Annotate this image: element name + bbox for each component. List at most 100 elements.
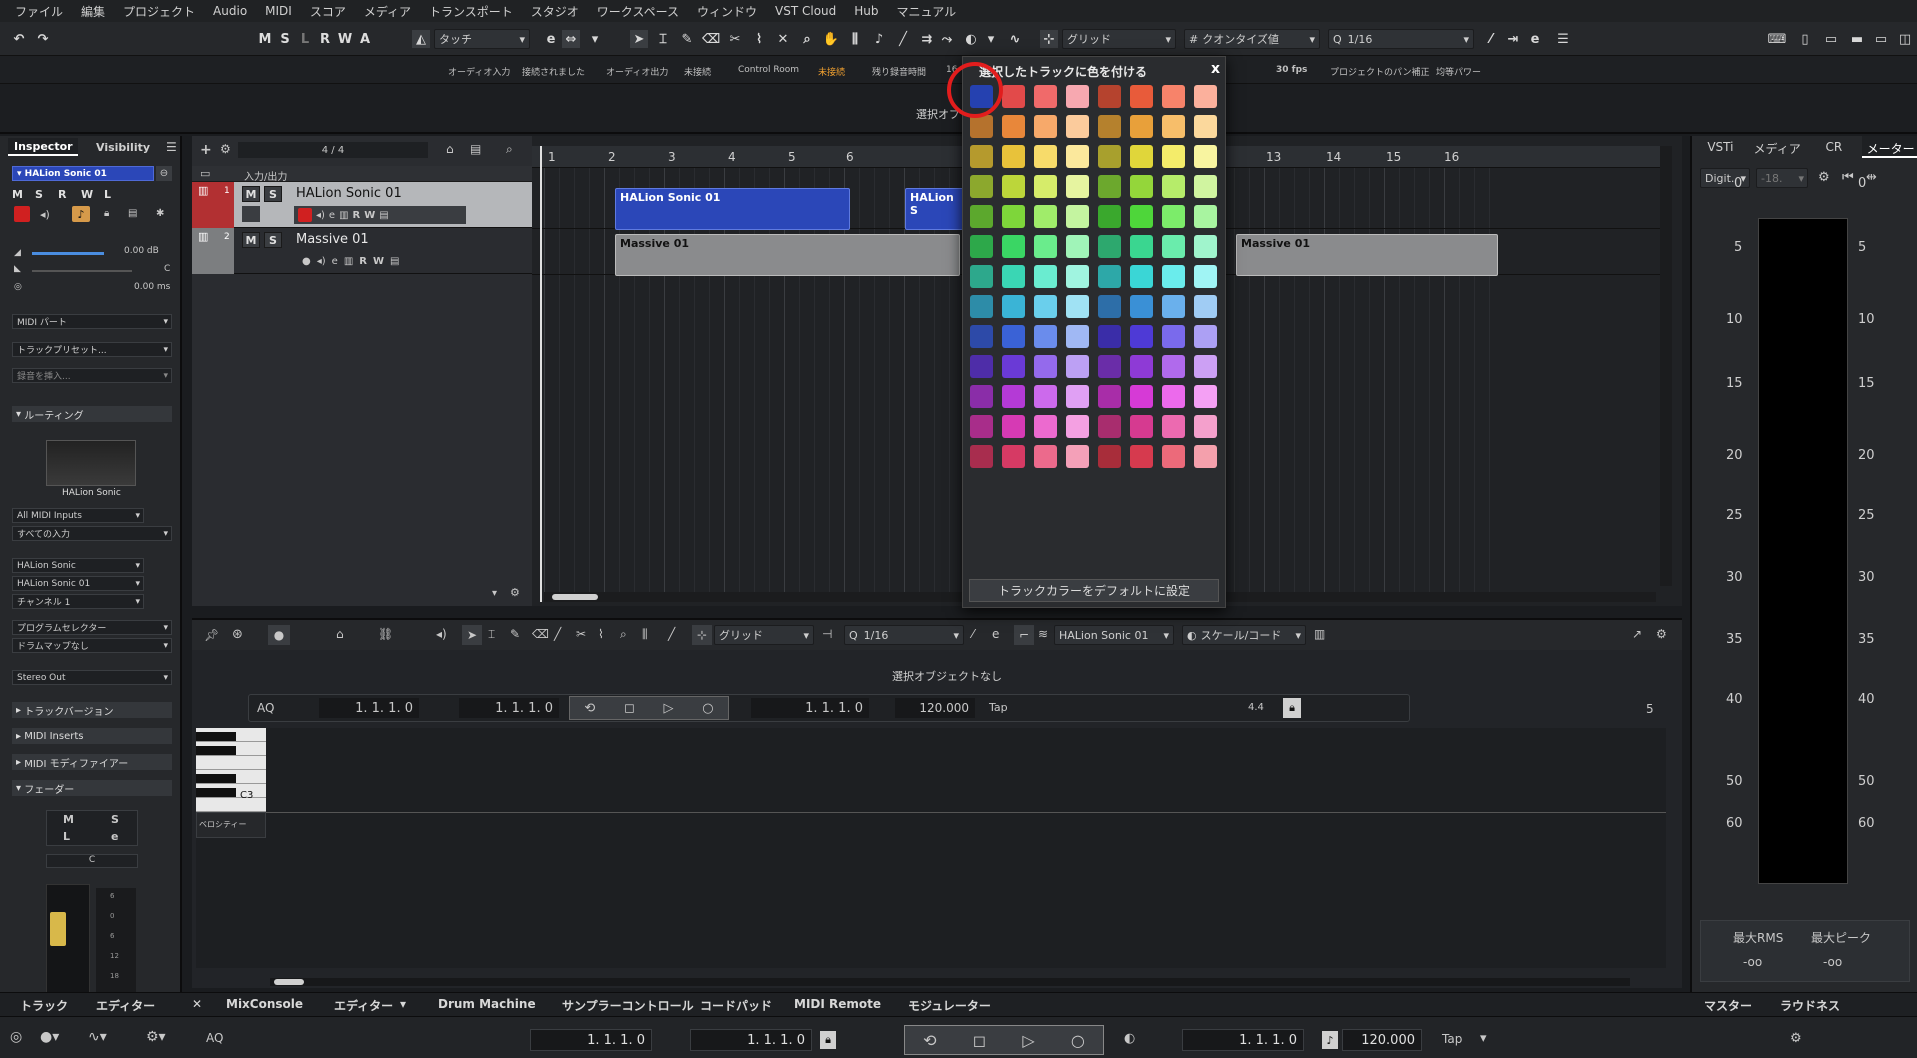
color-swatch[interactable]	[1130, 175, 1153, 198]
color-swatch[interactable]	[1162, 145, 1185, 168]
range-tool-icon[interactable]: ⌶	[654, 30, 672, 48]
color-swatch[interactable]	[1162, 385, 1185, 408]
fps-value[interactable]: 30 fps	[1276, 65, 1307, 75]
color-swatch[interactable]	[1130, 235, 1153, 258]
program-selector[interactable]: プログラムセレクター ▾	[12, 620, 172, 635]
track-solo-1[interactable]: S	[264, 186, 282, 202]
right-tab-3[interactable]: メーター	[1862, 136, 1917, 158]
piano-white-key[interactable]	[196, 756, 266, 770]
color-swatch[interactable]	[970, 295, 993, 318]
record-mode-icon[interactable]: ●	[268, 625, 290, 645]
editor-curve-icon[interactable]: ╱	[668, 627, 675, 641]
meter-expand-icon[interactable]: ⇹	[1866, 170, 1877, 185]
color-swatch[interactable]	[1194, 325, 1217, 348]
menu-item-5[interactable]: スコア	[301, 3, 355, 20]
snap-type-select[interactable]: グリッド ▾	[1062, 29, 1176, 49]
track-keys-icon-1[interactable]: ▥	[339, 210, 348, 221]
color-swatch[interactable]	[1002, 85, 1025, 108]
track-visibility-icon[interactable]: ⌂	[446, 142, 454, 156]
editor-stop-icon[interactable]: ◻	[624, 701, 635, 716]
menu-item-1[interactable]: 編集	[72, 3, 114, 20]
color-swatch[interactable]	[1066, 295, 1089, 318]
midi-part-select[interactable]: MIDI パート ▾	[12, 314, 172, 329]
track-write-1[interactable]: W	[364, 210, 375, 221]
fader-mute[interactable]: M	[63, 813, 74, 826]
quantize-value-select[interactable]: Q 1/16 ▾	[1328, 29, 1474, 49]
audio-in-value[interactable]: 接続されました	[522, 65, 585, 78]
color-swatch[interactable]	[1034, 265, 1057, 288]
editor-layers-icon[interactable]: ≋	[1038, 627, 1048, 641]
track-write-2[interactable]: W	[373, 256, 384, 267]
pan-value[interactable]: C	[164, 264, 170, 274]
track-search-icon[interactable]: ⌕	[506, 142, 513, 157]
tab-inspector[interactable]: Inspector	[8, 138, 78, 156]
track-list-icon[interactable]: ▤	[470, 142, 481, 156]
output2-select[interactable]: HALion Sonic 01 ▾	[12, 576, 144, 591]
toolbar-a-button[interactable]: A	[356, 29, 374, 49]
track-read-1[interactable]: R	[353, 210, 361, 221]
delay-value[interactable]: 0.00 ms	[134, 282, 170, 292]
color-swatch[interactable]	[1130, 115, 1153, 138]
color-swatch[interactable]	[1194, 445, 1217, 468]
tab-loudness[interactable]: ラウドネス	[1780, 997, 1840, 1014]
color-swatch[interactable]	[1034, 355, 1057, 378]
color-swatch[interactable]	[1098, 415, 1121, 438]
tab-editor-left[interactable]: エディター	[96, 997, 155, 1014]
editor-open-window-icon[interactable]: ↗	[1632, 627, 1642, 641]
inspector-l-button[interactable]: L	[104, 188, 120, 201]
max-peak-value[interactable]: -oo	[1823, 955, 1842, 969]
instrument-thumbnail[interactable]	[46, 440, 136, 486]
editor-quantize-select[interactable]: Q 1/16 ▾	[844, 625, 964, 645]
color-swatch[interactable]	[1130, 445, 1153, 468]
color-swatch[interactable]	[1098, 385, 1121, 408]
track-solo-2[interactable]: S	[264, 232, 282, 248]
color-swatch[interactable]	[970, 265, 993, 288]
menu-item-10[interactable]: ウィンドウ	[688, 3, 766, 20]
color-swatch[interactable]	[1098, 265, 1121, 288]
e2-icon[interactable]: e	[1526, 30, 1544, 48]
color-swatch[interactable]	[1194, 115, 1217, 138]
section-routing[interactable]: ▾ ルーティング	[12, 406, 172, 422]
menu-item-3[interactable]: Audio	[204, 4, 256, 18]
color-swatch[interactable]	[1130, 85, 1153, 108]
color-swatch[interactable]	[1130, 265, 1153, 288]
menu-item-0[interactable]: ファイル	[6, 3, 72, 20]
tracklist-chevron-icon[interactable]: ▾	[492, 588, 497, 599]
tab-track[interactable]: トラック	[20, 997, 68, 1014]
monitor-icon[interactable]: ◂)	[40, 208, 50, 221]
eraser-icon[interactable]: ⌫	[702, 30, 720, 48]
toolbar-m-button[interactable]: M	[256, 29, 274, 49]
transport-tempo[interactable]: 120.000	[1342, 1029, 1422, 1051]
waveform-icon[interactable]: ∿▾	[88, 1029, 107, 1045]
track-record-1[interactable]	[298, 208, 312, 222]
tab-master[interactable]: マスター	[1704, 997, 1752, 1014]
toolbar-r-button[interactable]: R	[316, 29, 334, 49]
menu-item-12[interactable]: Hub	[845, 4, 887, 18]
list-icon[interactable]: ▤	[128, 208, 137, 219]
tracklist-settings-icon[interactable]: ⚙	[510, 586, 520, 599]
color-swatch[interactable]	[1066, 145, 1089, 168]
track-keys-icon-2[interactable]: ▥	[344, 256, 353, 267]
editor-range-icon[interactable]: ⌶	[488, 627, 495, 642]
track-monitor-icon-2[interactable]: ◂)	[317, 256, 326, 267]
track-row-2[interactable]: ▥ 2 M S Massive 01 ● ◂) e ▥ R W ▤	[192, 228, 532, 274]
transport-right-locator[interactable]: 1. 1. 1. 0	[690, 1029, 812, 1051]
tab-modulators[interactable]: モジュレーター	[908, 997, 991, 1014]
piano-black-key[interactable]	[196, 746, 236, 755]
editor-snap-select[interactable]: グリッド ▾	[714, 625, 814, 645]
toolbar-s-button[interactable]: S	[276, 29, 294, 49]
fader-handle[interactable]	[50, 912, 66, 946]
color-swatch[interactable]	[1066, 355, 1089, 378]
transport-aq-button[interactable]: AQ	[206, 1031, 223, 1045]
color-swatch[interactable]	[1130, 145, 1153, 168]
color-swatch[interactable]	[1066, 85, 1089, 108]
play-icon[interactable]: ▷	[1022, 1031, 1034, 1050]
color-swatch[interactable]	[1002, 385, 1025, 408]
color-swatch[interactable]	[970, 145, 993, 168]
auto-scroll-icon[interactable]: ⇔	[562, 30, 580, 48]
color-swatch[interactable]	[1098, 115, 1121, 138]
quantize-apply-icon[interactable]: ⇥	[1504, 30, 1522, 48]
record-enable-icon[interactable]	[14, 206, 30, 222]
menu-item-7[interactable]: トランスポート	[420, 3, 522, 20]
split-icon[interactable]: ✂	[726, 30, 744, 48]
